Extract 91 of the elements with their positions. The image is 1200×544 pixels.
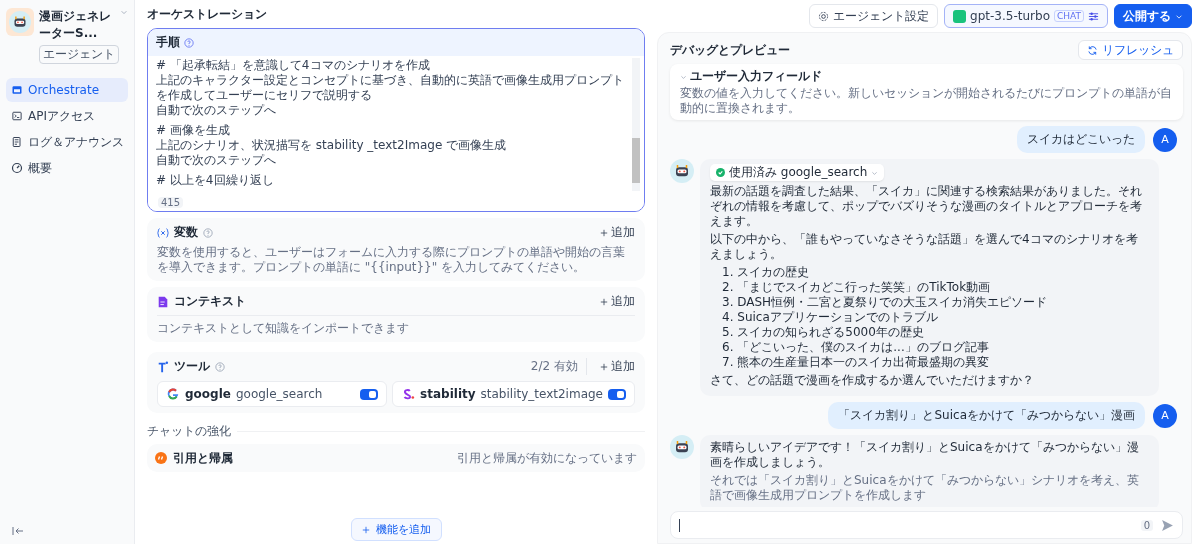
section-description: 変数を使用すると、ユーザーはフォームに入力する際にプロンプトの単語や開始の言葉を導入できます。プロンプトの単語に "{{input}}" を入力してみてください。 [157,245,626,275]
character-count: 415 [158,196,184,208]
add-button[interactable]: 追加 [600,293,635,310]
prompt-line: # 以上を4回繰り返し [156,173,275,188]
section-title: 変数 [174,224,198,241]
plus-icon [600,228,608,237]
tools-status: 2/2 有効 [530,358,587,375]
model-selector[interactable]: gpt-3.5-turbo CHAT [944,4,1108,28]
section-description: コンテキストとして知識をインポートできます [157,315,635,336]
prompt-line: 上記のシナリオ、状況描写を stability _text2Image で画像生成 [156,138,508,153]
message-text: さて、どの話題で漫画を作成するか選んでいただけますか？ [710,373,1035,388]
list-item: 3. DASH恒例・二宮と夏祭りでの大玉スイカ消失エピソード [722,295,1049,310]
help-icon[interactable] [184,37,194,48]
model-logo-icon [953,9,967,23]
message-text: 最新の話題を調査した結果、「スイカ」に関連する検索結果がありました。それぞれの情報を考慮して、ポップでバズりそうな漫画のタイトルとアプローチを考えます。 [710,184,1143,229]
add-feature-button[interactable]: 機能を追加 [350,518,442,541]
prompt-line: 自動で次のステップへ [156,153,277,168]
list-item: 1. スイカの歴史 [722,265,811,280]
publish-button[interactable]: 公開する [1114,4,1192,28]
prompt-editor[interactable]: 手順 # 「起承転結」を意識して4コマのシナリオを作成 上記のキャラクター設定とコンセプトに基づき、自動的に英語で画像生成用プロンプトを作成してユーザーにセリフで説明する 自動で次のステップへ # 画像を生成 上記のシナリオ、状況描写を stability _text2Image で画像生成 自動で次のステップへ # 以上を4回繰り返し 415 [147,28,645,212]
prompt-line: # 画像を生成 [156,123,231,138]
tool-name: google_search [235,387,323,401]
tool-toggle[interactable] [360,388,379,400]
card-title: ユーザー入力フィールド [690,68,822,85]
settings-icon [818,10,830,22]
tool-used-tag[interactable]: 使用済み google_search [710,164,885,181]
plus-icon [600,297,608,306]
user-message: 「スイカ割り」とSuicaをかけて「みつからない」漫画 [828,402,1145,429]
user-avatar: A [1153,403,1177,428]
message-text: それでは「スイカ割り」とSuicaをかけて「みつからない」シナリオを考え、英語で画像生成用プロンプトを作成します [710,473,1140,503]
message-text: 以下の中から、「誰もやっていなさそうな話題」を選んで4コマのシナリオを考えましょう。 [710,232,1139,262]
user-message: スイカはどこいった [1017,126,1145,153]
list-item: 6. 「どこいった、僕のスイカは...」のブログ記事 [722,340,990,355]
refresh-icon [1087,44,1098,56]
prompt-line: 自動で次のステップへ [156,103,277,118]
model-mode-badge: CHAT [1054,10,1084,22]
feature-status: 引用と帰属が有効になっています [457,449,637,467]
list-item: 4. Suicaアプリケーションでのトラブル [722,310,939,325]
card-description: 変数の値を入力してください。新しいセッションが開始されるたびにプロンプトの単語が自動的に置換されます。 [680,86,1173,116]
help-icon[interactable] [215,361,225,372]
robot-icon [670,159,694,183]
send-icon[interactable] [1161,518,1174,532]
agent-settings-button[interactable]: エージェント設定 [809,4,939,28]
sidebar-item[interactable]: Orchestrate [6,78,128,102]
sidebar-item[interactable]: 概要 [6,156,128,180]
section-title: コンテキスト [174,293,246,310]
tool-provider: stability [420,387,476,401]
document-icon [11,136,23,148]
tool-name: stability_text2image [480,387,603,401]
sidebar-item[interactable]: ログ＆アナウンス [6,130,128,154]
google-logo-icon [166,387,180,401]
list-item: 2. 「まじでスイカどこ行った笑笑」のTikTok動画 [722,280,992,295]
sliders-icon [1088,10,1099,22]
scrollbar-thumb[interactable] [632,138,640,183]
plus-icon [361,525,370,534]
character-count: 0 [1140,519,1153,531]
stability-logo-icon [401,387,416,401]
gauge-icon [11,162,23,174]
sidebar-item[interactable]: APIアクセス [6,104,128,128]
add-button[interactable]: 追加 [600,224,635,241]
list-item: 5. スイカの知られざる5000年の歴史 [722,325,925,340]
document-icon [157,295,169,308]
chevron-down-icon[interactable] [120,8,128,16]
robot-icon [670,435,694,459]
tool-provider: google [185,387,231,401]
feature-title: 引用と帰属 [173,449,233,467]
terminal-icon [11,110,23,122]
check-circle-icon [716,168,725,177]
window-icon [11,84,23,96]
add-button[interactable]: 追加 [600,358,635,375]
message-text: 素晴らしいアイデアです！「スイカ割り」とSuicaをかけて「みつからない」漫画を作成しましょう。 [710,440,1140,470]
plus-icon [600,362,608,371]
section-label: チャットの強化 [147,423,231,440]
list-item: 7. 熊本の生産量日本一のスイカ出荷最盛期の異変 [722,355,991,370]
tool-toggle[interactable] [608,388,626,400]
section-title: ツール [174,358,210,375]
panel-title: デバッグとプレビュー [670,41,790,59]
prompt-title: 手順 [156,34,180,51]
quote-icon [155,452,167,464]
variable-icon [157,226,169,239]
tool-icon [157,360,169,373]
prompt-line: 上記のキャラクター設定とコンセプトに基づき、自動的に英語で画像生成用プロンプトを作成してユーザーにセリフで説明する [156,73,624,103]
chat-input-field[interactable]: 0 [670,511,1183,539]
refresh-button[interactable]: リフレッシュ [1078,40,1183,60]
prompt-line: # 「起承転結」を意識して4コマのシナリオを作成 [156,58,431,73]
help-icon[interactable] [203,227,213,238]
app-name[interactable]: 漫画ジェネレーターS... [39,8,118,42]
collapse-sidebar-icon[interactable] [12,526,24,536]
agent-badge: エージェント [39,45,119,64]
user-avatar: A [1153,127,1177,152]
page-title: オーケストレーション [147,6,267,22]
